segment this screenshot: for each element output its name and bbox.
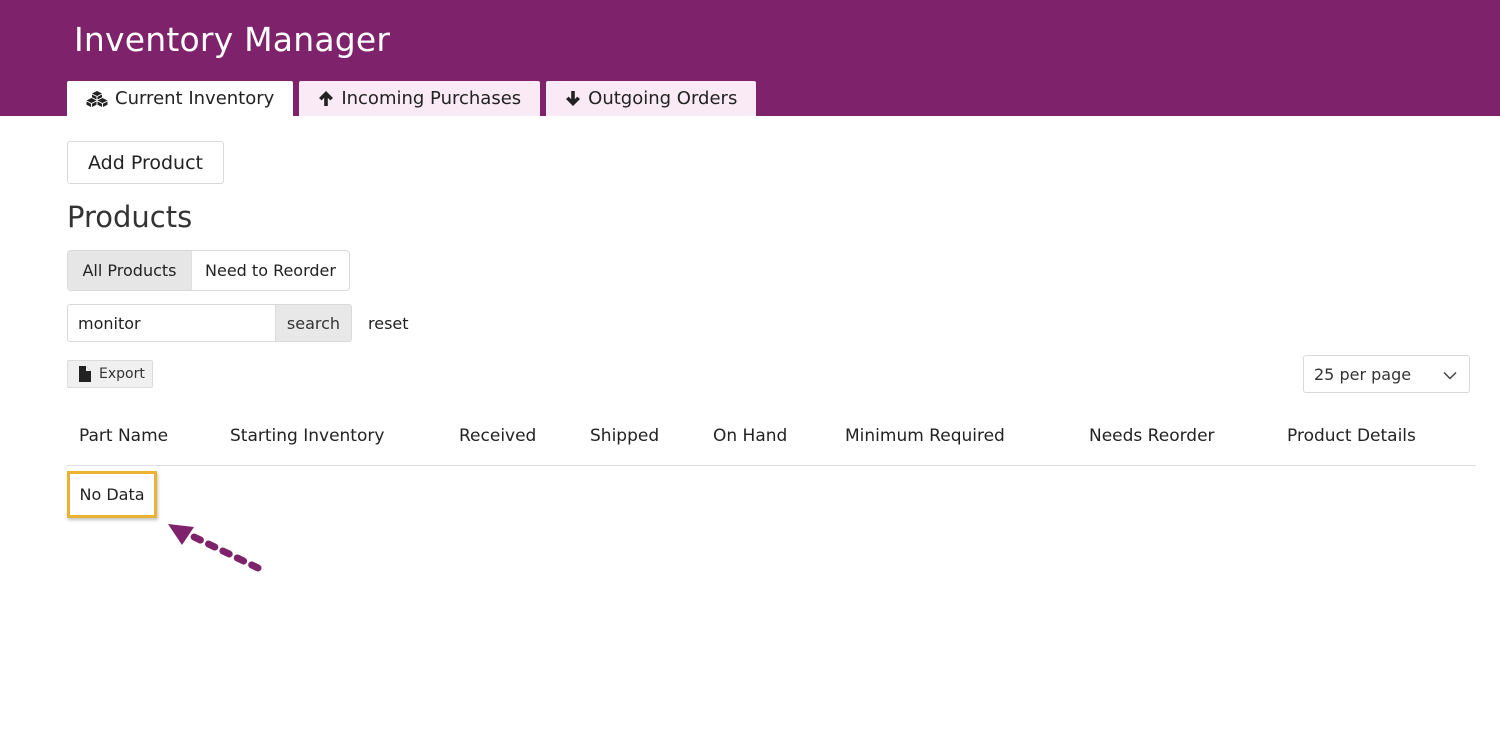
add-product-button[interactable]: Add Product: [67, 141, 224, 184]
column-product-details[interactable]: Product Details: [1287, 426, 1416, 446]
search-bar: search reset: [67, 304, 409, 342]
tab-incoming-purchases[interactable]: Incoming Purchases: [299, 81, 541, 116]
search-button[interactable]: search: [275, 304, 352, 342]
reset-link[interactable]: reset: [368, 314, 409, 333]
tab-label: Current Inventory: [115, 88, 275, 109]
arrow-up-icon: [318, 90, 334, 107]
export-button[interactable]: Export: [67, 360, 153, 388]
per-page-value: 25 per page: [1314, 364, 1412, 384]
per-page-select[interactable]: 25 per page: [1303, 355, 1470, 393]
tab-label: Outgoing Orders: [588, 88, 738, 109]
column-on-hand[interactable]: On Hand: [713, 426, 787, 446]
annotation-arrow-icon: [168, 524, 262, 572]
file-icon: [78, 366, 91, 382]
product-filter-group: All Products Need to Reorder: [67, 250, 350, 291]
column-needs-reorder[interactable]: Needs Reorder: [1089, 426, 1215, 446]
column-starting-inventory[interactable]: Starting Inventory: [230, 426, 384, 446]
cubes-icon: [86, 90, 108, 108]
filter-all-products[interactable]: All Products: [68, 251, 191, 290]
app-header: Inventory Manager Current Inventory Inco…: [0, 0, 1500, 116]
main-tabs: Current Inventory Incoming Purchases Out…: [67, 81, 757, 116]
tab-outgoing-orders[interactable]: Outgoing Orders: [546, 81, 757, 116]
tab-current-inventory[interactable]: Current Inventory: [67, 81, 294, 116]
no-data-message: No Data: [67, 471, 157, 518]
column-minimum-required[interactable]: Minimum Required: [845, 426, 1005, 446]
arrow-down-icon: [565, 90, 581, 107]
page-title: Products: [67, 200, 193, 234]
filter-need-to-reorder[interactable]: Need to Reorder: [191, 251, 349, 290]
app-title: Inventory Manager: [74, 20, 391, 59]
export-label: Export: [99, 366, 145, 382]
column-part-name[interactable]: Part Name: [79, 426, 168, 446]
search-input[interactable]: [67, 304, 275, 342]
chevron-down-icon: [1443, 365, 1457, 384]
column-received[interactable]: Received: [459, 426, 536, 446]
table-header: Part Name Starting Inventory Received Sh…: [67, 413, 1476, 466]
column-shipped[interactable]: Shipped: [590, 426, 659, 446]
tab-label: Incoming Purchases: [341, 88, 522, 109]
